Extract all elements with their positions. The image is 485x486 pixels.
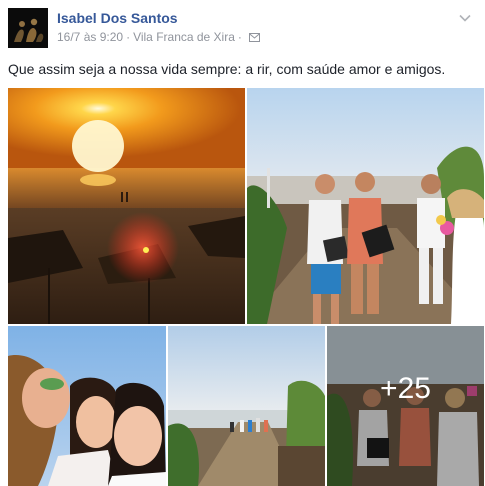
post-header: Isabel Dos Santos 16/7 às 9:20 · Vila Fr…: [8, 8, 477, 48]
photo-selfie-three-women[interactable]: [8, 326, 166, 486]
photo-group-more[interactable]: +25: [327, 326, 484, 486]
sunset-beach-image: [8, 88, 245, 324]
post-meta: 16/7 às 9:20 · Vila Franca de Xira ·: [57, 30, 260, 44]
photo-boardwalk-people[interactable]: [168, 326, 325, 486]
more-photos-count: +25: [380, 372, 431, 405]
women-boardwalk-image: [247, 88, 484, 324]
meta-separator-2: ·: [237, 30, 242, 44]
post-timestamp-link[interactable]: 16/7 às 9:20: [57, 30, 123, 44]
post-text: Que assim seja a nossa vida sempre: a ri…: [8, 61, 446, 77]
location-link[interactable]: Vila Franca de Xira: [133, 30, 235, 44]
author-name-link[interactable]: Isabel Dos Santos: [57, 10, 178, 26]
photo-sunset-beach[interactable]: [8, 88, 245, 324]
meta-separator: ·: [126, 30, 131, 44]
avatar[interactable]: [8, 8, 48, 48]
facebook-post: Isabel Dos Santos 16/7 às 9:20 · Vila Fr…: [0, 0, 485, 486]
boardwalk-image: [168, 326, 325, 486]
more-photos-overlay[interactable]: +25: [327, 326, 484, 486]
avatar-image: [8, 8, 48, 48]
selfie-image: [8, 326, 166, 486]
photo-women-boardwalk[interactable]: [247, 88, 484, 324]
envelope-icon[interactable]: [248, 32, 260, 42]
chevron-down-icon[interactable]: [457, 10, 473, 26]
